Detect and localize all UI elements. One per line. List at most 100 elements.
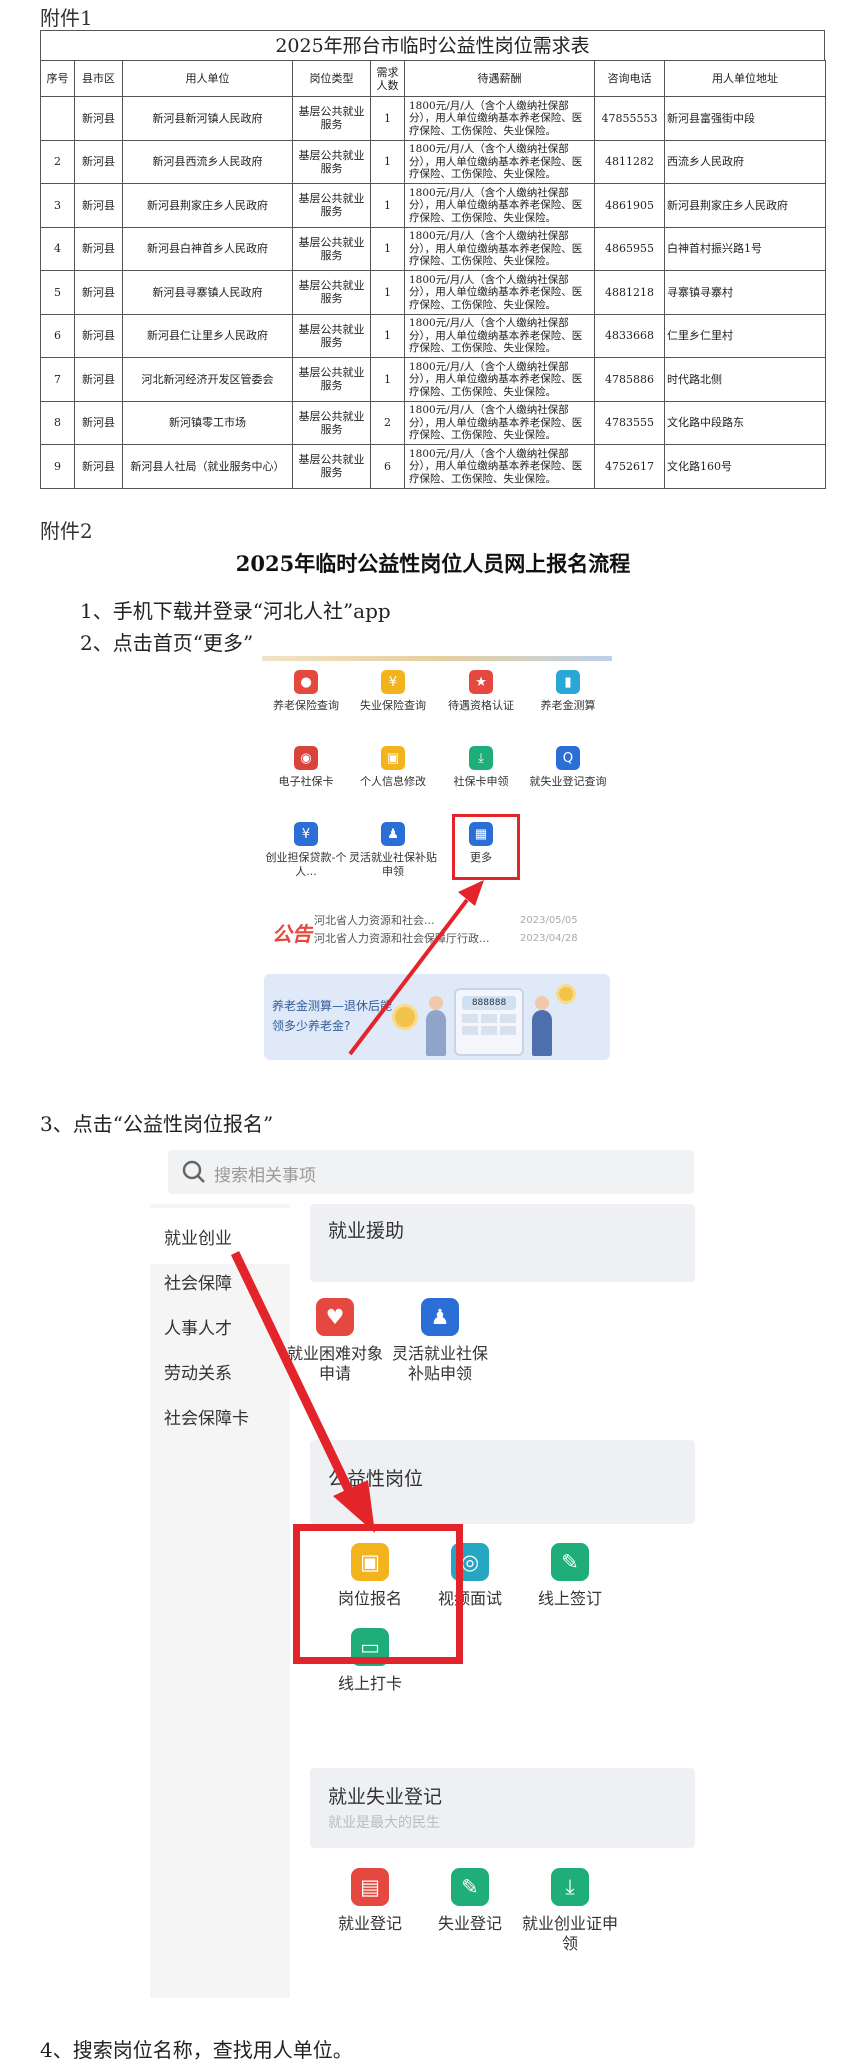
table-cell: 仁里乡仁里村 [664,313,826,358]
table-cell: 4 [40,226,75,271]
table-cell: 新河县人社局（就业服务中心） [122,444,293,489]
table-row: 新河县 新河县新河镇人民政府 基层公共就业服务 1 1800元/月/人（含个人缴纳社保部… [40,96,826,141]
table-cell: 2 [370,400,405,445]
step-3: 3、点击“公益性岗位报名” [40,1112,274,1136]
table-cell: 西流乡人民政府 [664,139,826,184]
table-cell: 基层公共就业服务 [292,400,371,445]
table-cell: 1800元/月/人（含个人缴纳社保部分），用人单位缴纳基本养老保险、医疗保险、工… [404,183,595,228]
table-cell: 1800元/月/人（含个人缴纳社保部分），用人单位缴纳基本养老保险、医疗保险、工… [404,357,595,402]
table-title: 2025年邢台市临时公益性岗位需求表 [40,30,825,60]
document-title: 2025年临时公益性岗位人员网上报名流程 [235,551,631,576]
attachment-2-label: 附件2 [40,519,93,543]
table-row: 5 新河县 新河县寻寨镇人民政府 基层公共就业服务 1 1800元/月/人（含个人缴纳社保… [40,270,826,315]
table-cell: 1 [370,226,405,271]
col-header: 待遇薪酬 [404,60,595,97]
table-cell: 1 [370,139,405,184]
table-cell: 基层公共就业服务 [292,270,371,315]
table-cell: 白神首村振兴路1号 [664,226,826,271]
table-cell: 4865955 [594,226,665,271]
table-cell: 新河县 [74,400,123,445]
table-cell: 新河县荆家庄乡人民政府 [122,183,293,228]
table-cell: 1800元/月/人（含个人缴纳社保部分），用人单位缴纳基本养老保险、医疗保险、工… [404,96,595,141]
table-cell [40,96,75,141]
table-cell: 新河县白神首乡人民政府 [122,226,293,271]
table-cell: 新河县荆家庄乡人民政府 [664,183,826,228]
table-cell: 基层公共就业服务 [292,226,371,271]
table-cell: 8 [40,400,75,445]
table-cell: 新河县 [74,139,123,184]
table-cell: 4811282 [594,139,665,184]
table-cell: 新河县 [74,183,123,228]
table-cell: 1800元/月/人（含个人缴纳社保部分），用人单位缴纳基本养老保险、医疗保险、工… [404,226,595,271]
table-cell: 4783555 [594,400,665,445]
table-cell: 新河县 [74,226,123,271]
col-header: 县市区 [74,60,123,97]
table-cell: 4861905 [594,183,665,228]
step-2: 2、点击首页“更多” [80,631,254,655]
table-cell: 基层公共就业服务 [292,444,371,489]
table-cell: 基层公共就业服务 [292,139,371,184]
table-cell: 新河县富强街中段 [664,96,826,141]
table-cell: 2 [40,139,75,184]
col-header: 咨询电话 [594,60,665,97]
table-cell: 基层公共就业服务 [292,357,371,402]
table-cell: 新河县 [74,270,123,315]
table-cell: 1 [370,183,405,228]
table-cell: 新河县西流乡人民政府 [122,139,293,184]
table-cell: 1 [370,270,405,315]
table-cell: 新河镇零工市场 [122,400,293,445]
red-arrow [230,1251,375,1533]
table-row: 3 新河县 新河县荆家庄乡人民政府 基层公共就业服务 1 1800元/月/人（含个人缴纳社… [40,183,826,228]
table-row: 8 新河县 新河镇零工市场 基层公共就业服务 2 1800元/月/人（含个人缴纳社保部分）… [40,400,826,445]
step-4: 4、搜索岗位名称，查找用人单位。 [40,2038,353,2062]
table-row: 7 新河县 河北新河经济开发区管委会 基层公共就业服务 1 1800元/月/人（含个人缴纳… [40,357,826,402]
table-cell: 1 [370,357,405,402]
table-cell: 时代路北侧 [664,357,826,402]
app-home-screenshot: ● 养老保险查询 ¥ 失业保险查询 ★ 待遇资格认证 ▮ 养老金测算 ◉ 电子社保卡 ▣ 个人信息修改… [262,656,612,1063]
attachment-1-label: 附件1 [40,6,93,30]
table-cell: 4833668 [594,313,665,358]
red-arrow [348,880,484,1056]
table-cell: 1800元/月/人（含个人缴纳社保部分），用人单位缴纳基本养老保险、医疗保险、工… [404,139,595,184]
demand-table: 2025年邢台市临时公益性岗位需求表 序号 县市区 用人单位 岗位类型 需求人数… [40,30,826,489]
table-cell: 新河县新河镇人民政府 [122,96,293,141]
table-cell: 9 [40,444,75,489]
table-cell: 47855553 [594,96,665,141]
table-cell: 新河县 [74,357,123,402]
table-cell: 基层公共就业服务 [292,96,371,141]
table-cell: 4881218 [594,270,665,315]
col-header: 用人单位地址 [664,60,826,97]
table-row: 4 新河县 新河县白神首乡人民政府 基层公共就业服务 1 1800元/月/人（含个人缴纳社… [40,226,826,271]
col-header: 序号 [40,60,75,97]
col-header: 需求人数 [370,60,405,97]
table-cell: 4785886 [594,357,665,402]
table-cell: 新河县 [74,313,123,358]
table-cell: 文化路中段路东 [664,400,826,445]
table-cell: 寻寨镇寻寨村 [664,270,826,315]
table-cell: 新河县寻寨镇人民政府 [122,270,293,315]
table-cell: 基层公共就业服务 [292,183,371,228]
col-header: 用人单位 [122,60,293,97]
table-row: 2 新河县 新河县西流乡人民政府 基层公共就业服务 1 1800元/月/人（含个人缴纳社保… [40,139,826,184]
table-cell: 1800元/月/人（含个人缴纳社保部分），用人单位缴纳基本养老保险、医疗保险、工… [404,313,595,358]
table-cell: 1 [370,313,405,358]
table-cell: 5 [40,270,75,315]
table-cell: 1800元/月/人（含个人缴纳社保部分），用人单位缴纳基本养老保险、医疗保险、工… [404,270,595,315]
table-cell: 7 [40,357,75,402]
table-cell: 1800元/月/人（含个人缴纳社保部分），用人单位缴纳基本养老保险、医疗保险、工… [404,444,595,489]
table-cell: 河北新河经济开发区管委会 [122,357,293,402]
table-row: 6 新河县 新河县仁让里乡人民政府 基层公共就业服务 1 1800元/月/人（含个人缴纳社… [40,313,826,358]
table-cell: 新河县 [74,96,123,141]
table-cell: 4752617 [594,444,665,489]
table-header-row: 序号 县市区 用人单位 岗位类型 需求人数 待遇薪酬 咨询电话 用人单位地址 [40,60,826,97]
services-screenshot: 搜索相关事项 就业创业 社会保障 人事人才 劳动关系 社会保障卡 就业援助 ♥ 就业困难对… [150,1148,715,1998]
col-header: 岗位类型 [292,60,371,97]
table-cell: 新河县 [74,444,123,489]
table-cell: 1800元/月/人（含个人缴纳社保部分），用人单位缴纳基本养老保险、医疗保险、工… [404,400,595,445]
table-row: 9 新河县 新河县人社局（就业服务中心） 基层公共就业服务 6 1800元/月/人（含个人… [40,444,826,489]
table-cell: 6 [370,444,405,489]
step-1: 1、手机下载并登录“河北人社”app [80,599,391,623]
table-cell: 新河县仁让里乡人民政府 [122,313,293,358]
table-cell: 1 [370,96,405,141]
table-cell: 3 [40,183,75,228]
